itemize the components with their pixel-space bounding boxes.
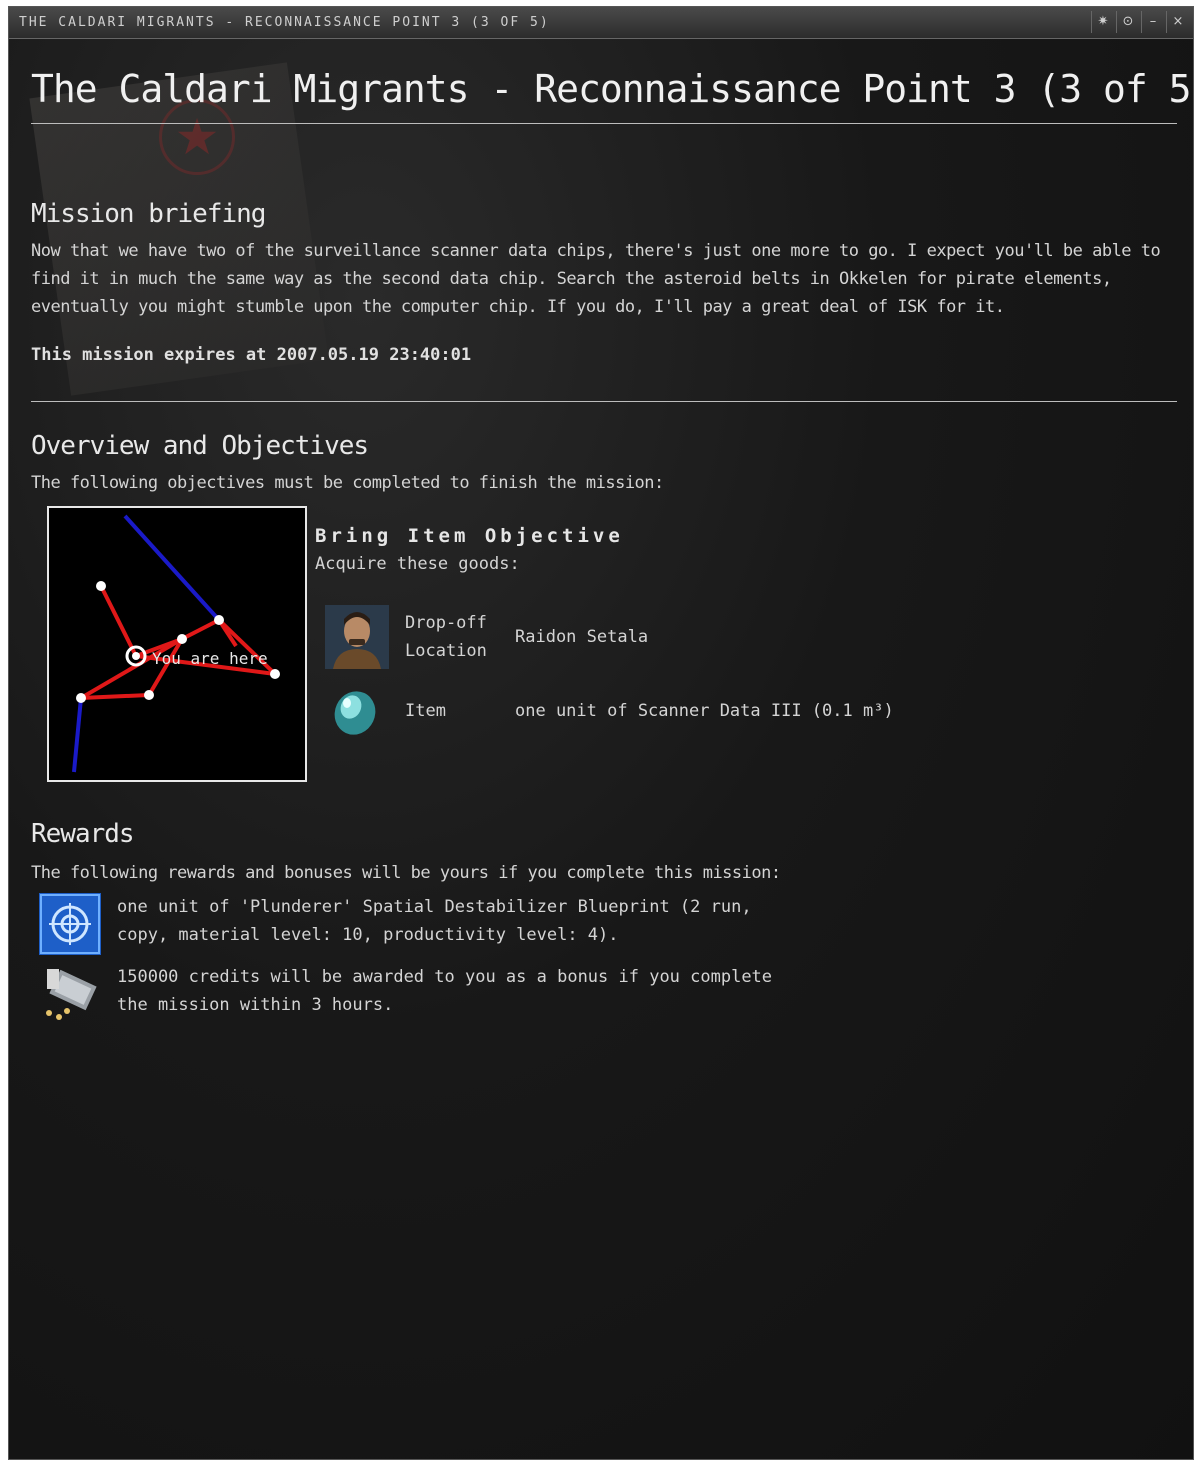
window-title: THE CALDARI MIGRANTS - RECONNAISSANCE PO… [19, 15, 550, 30]
pin-icon[interactable]: ⊙ [1116, 11, 1139, 33]
mission-window: THE CALDARI MIGRANTS - RECONNAISSANCE PO… [8, 6, 1194, 1460]
you-are-here-label: You are here [152, 649, 268, 668]
briefing-heading: Mission briefing [31, 199, 266, 229]
mission-content: ★ The Caldari Migrants - Reconnaissance … [9, 39, 1193, 1459]
expiration-text: This mission expires at 2007.05.19 23:40… [31, 345, 472, 365]
item-row: Item one unit of Scanner Data III (0.1 m… [325, 679, 894, 743]
agent-portrait-icon[interactable] [325, 605, 389, 669]
item-label: Item [405, 701, 446, 721]
isk-credits-icon[interactable] [39, 963, 101, 1025]
route-line-blue [72, 697, 83, 773]
dropoff-row: Drop-off Location Raidon Setala [325, 605, 648, 669]
options-icon[interactable]: ✷ [1091, 11, 1114, 33]
reward-item-text: one unit of 'Plunderer' Spatial Destabil… [117, 897, 752, 945]
reward-bonus-text: 150000 credits will be awarded to you as… [117, 967, 773, 1015]
briefing-text: Now that we have two of the surveillance… [31, 241, 1161, 317]
route-map-graphic: You are here [72, 514, 280, 773]
dropoff-label: Drop-off Location [405, 613, 487, 661]
route-map[interactable]: You are here [47, 506, 307, 782]
data-chip-icon[interactable] [325, 679, 389, 743]
route-line-blue [123, 514, 221, 622]
briefing-divider [31, 401, 1177, 402]
close-icon[interactable]: × [1166, 11, 1189, 33]
objective-subtitle: Acquire these goods: [315, 554, 520, 574]
title-divider [31, 123, 1177, 124]
reward-item: one unit of 'Plunderer' Spatial Destabil… [39, 893, 797, 955]
item-value[interactable]: one unit of Scanner Data III (0.1 m³) [515, 701, 894, 721]
blueprint-icon[interactable] [39, 893, 101, 955]
title-bar[interactable]: THE CALDARI MIGRANTS - RECONNAISSANCE PO… [9, 7, 1193, 39]
page-title: The Caldari Migrants - Reconnaissance Po… [31, 67, 1194, 111]
dropoff-value[interactable]: Raidon Setala [515, 627, 648, 647]
window-controls: ✷ ⊙ – × [1091, 11, 1189, 33]
overview-intro: The following objectives must be complet… [31, 473, 664, 493]
overview-heading: Overview and Objectives [31, 431, 369, 461]
minimize-icon[interactable]: – [1141, 11, 1164, 33]
rewards-intro: The following rewards and bonuses will b… [31, 863, 781, 883]
objective-title: Bring Item Objective [315, 525, 624, 547]
rewards-heading: Rewards [31, 819, 135, 849]
reward-bonus: 150000 credits will be awarded to you as… [39, 963, 797, 1025]
current-location-dot [132, 652, 140, 660]
